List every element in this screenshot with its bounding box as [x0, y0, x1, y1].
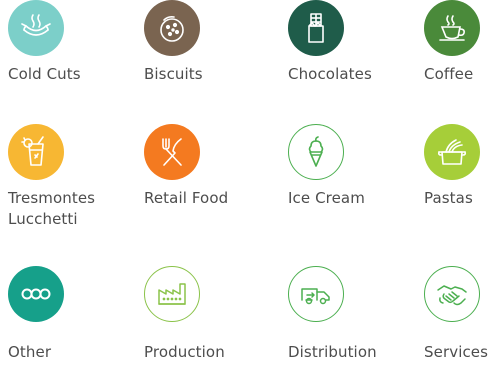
- category-label: Chocolates: [288, 65, 372, 83]
- category-label: Coffee: [424, 65, 474, 83]
- category-chocolates[interactable]: Chocolates: [288, 0, 418, 110]
- category-label: Other: [8, 343, 52, 361]
- three-circles-icon: [8, 266, 64, 322]
- fork-knife-icon: [144, 124, 200, 180]
- category-label: Retail Food: [144, 189, 229, 207]
- category-label: Services: [424, 343, 489, 361]
- category-label-line1: Tresmontes: [8, 189, 96, 207]
- category-label: Production: [144, 343, 225, 361]
- cocktail-glass-icon: [8, 124, 64, 180]
- category-other[interactable]: Other: [8, 266, 138, 376]
- ice-cream-cone-icon: [288, 124, 344, 180]
- category-retail-food[interactable]: Retail Food: [144, 124, 274, 234]
- category-production[interactable]: Production: [144, 266, 274, 376]
- pasta-pot-icon: [424, 124, 480, 180]
- category-ice-cream[interactable]: Ice Cream: [288, 124, 418, 234]
- category-tresmontes-lucchetti[interactable]: Tresmontes Lucchetti: [8, 124, 138, 234]
- category-services[interactable]: Services: [424, 266, 496, 376]
- coffee-cup-icon: [424, 0, 480, 56]
- category-cold-cuts[interactable]: Cold Cuts: [8, 0, 138, 110]
- category-pastas[interactable]: Pastas: [424, 124, 496, 234]
- category-biscuits[interactable]: Biscuits: [144, 0, 274, 110]
- chocolate-bar-icon: [288, 0, 344, 56]
- sausage-icon: [8, 0, 64, 56]
- category-label: Distribution: [288, 343, 377, 361]
- cookie-icon: [144, 0, 200, 56]
- category-label: Ice Cream: [288, 189, 365, 207]
- handshake-icon: [424, 266, 480, 322]
- delivery-truck-icon: [288, 266, 344, 322]
- category-label-line2: Lucchetti: [8, 210, 78, 228]
- factory-icon: [144, 266, 200, 322]
- category-distribution[interactable]: Distribution: [288, 266, 418, 376]
- category-label: Biscuits: [144, 65, 203, 83]
- category-label: Tresmontes Lucchetti: [8, 188, 148, 230]
- category-label: Cold Cuts: [8, 65, 81, 83]
- category-coffee[interactable]: Coffee: [424, 0, 496, 110]
- category-label: Pastas: [424, 189, 473, 207]
